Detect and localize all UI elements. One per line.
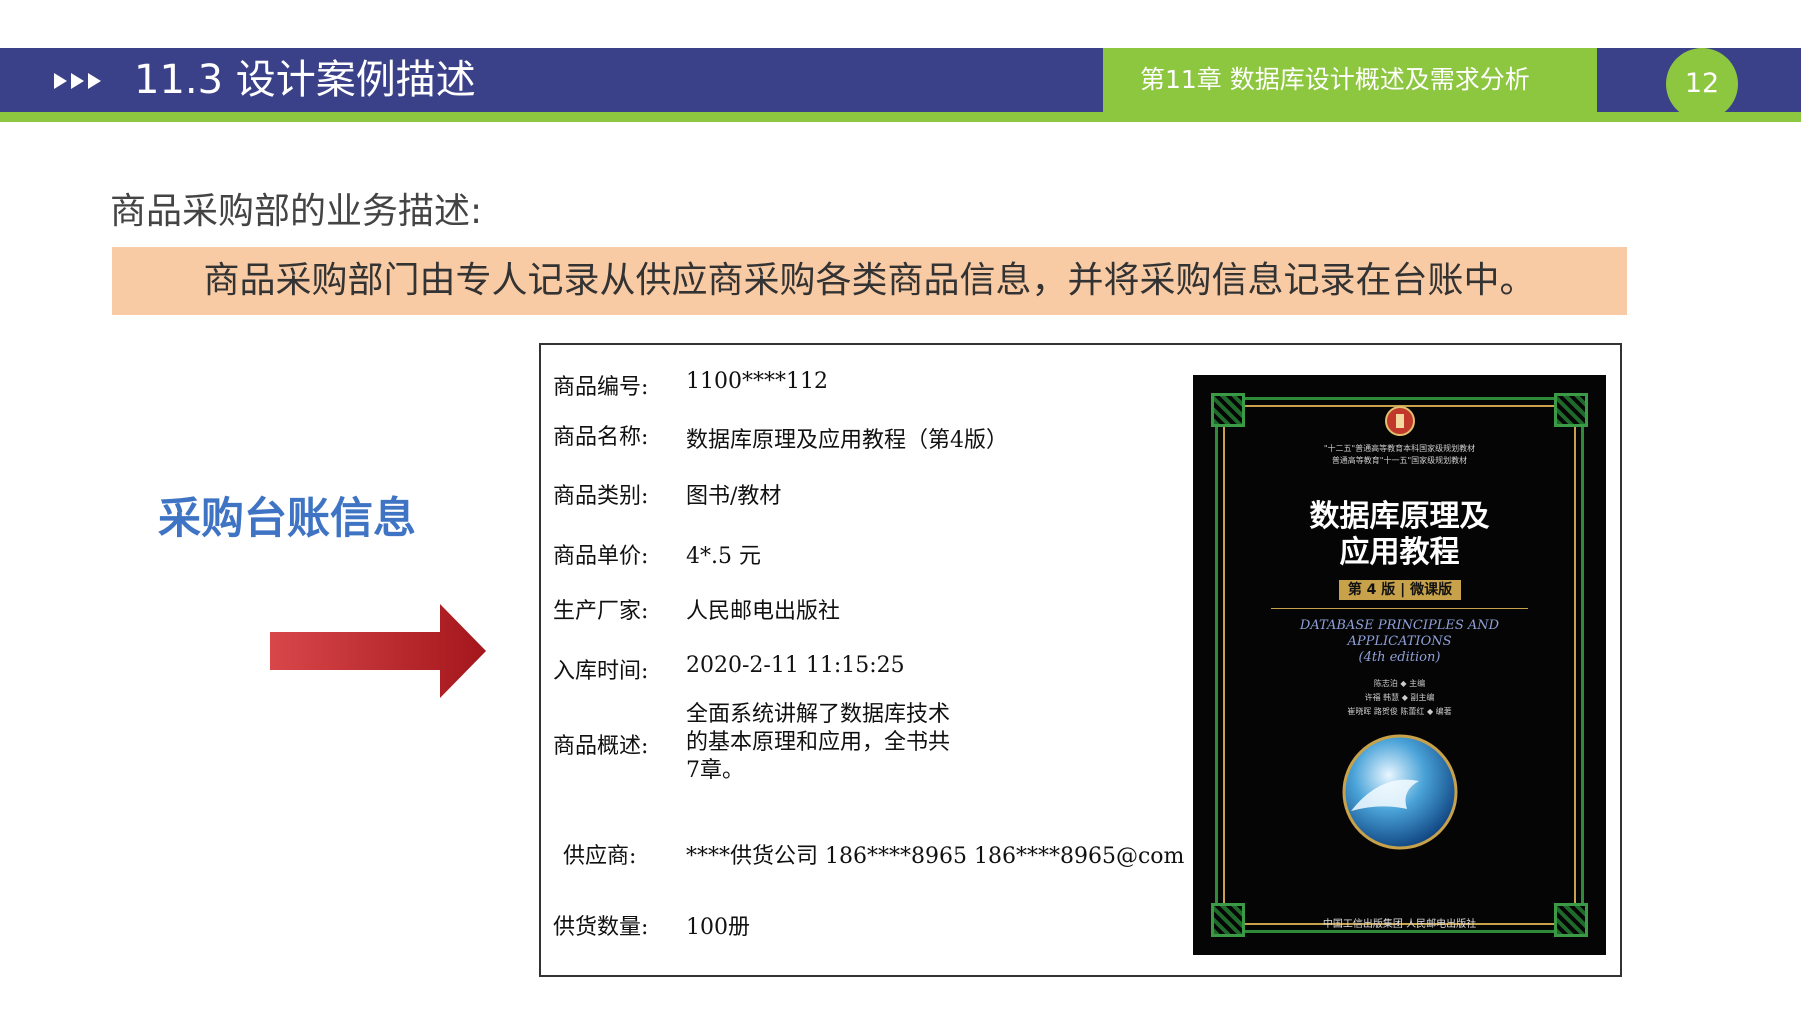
cover-english-line-3: (4th edition) xyxy=(1358,650,1441,665)
field-value-category: 图书/教材 xyxy=(686,484,782,509)
field-label-unit-price: 商品单价: xyxy=(553,544,649,569)
field-value-quantity: 100册 xyxy=(686,915,750,940)
cover-author-3: 崔晓晖 路贺俊 陈蕾红 ◆ 编著 xyxy=(1347,707,1452,716)
book-cover-image: "十二五"普通高等教育本科国家级规划教材 普通高等教育"十一五"国家级规划教材 … xyxy=(1193,375,1606,955)
cover-author-2: 许福 韩慧 ◆ 副主编 xyxy=(1364,693,1435,702)
ornament-icon xyxy=(1211,393,1245,427)
cover-edition-badge: 第 4 版 | 微课版 xyxy=(1339,580,1461,600)
field-label-stock-in-time: 入库时间: xyxy=(553,659,649,684)
emblem-icon xyxy=(1385,406,1415,436)
cover-title-line-2: 应用教程 xyxy=(1339,535,1460,570)
field-label-product-name: 商品名称: xyxy=(553,425,649,450)
ornament-icon xyxy=(1554,393,1588,427)
business-subtitle: 商品采购部的业务描述: xyxy=(110,191,483,232)
field-value-overview: 全面系统讲解了数据库技术的基本原理和应用，全书共7章。 xyxy=(686,702,951,783)
field-value-manufacturer: 人民邮电出版社 xyxy=(686,599,841,624)
cover-series-line-2: 普通高等教育"十一五"国家级规划教材 xyxy=(1331,456,1468,465)
cover-series-line-1: "十二五"普通高等教育本科国家级规划教材 xyxy=(1323,444,1476,453)
field-label-category: 商品类别: xyxy=(553,484,649,509)
field-label-supplier: 供应商: xyxy=(563,844,637,869)
page-number: 12 xyxy=(1684,68,1720,99)
ledger-title: 采购台账信息 xyxy=(158,494,416,544)
cover-english-line-1: DATABASE PRINCIPLES AND xyxy=(1299,618,1500,633)
cover-publisher: 中国工信出版集团 人民邮电出版社 xyxy=(1322,919,1477,930)
field-value-supplier: ****供货公司 186****8965 186****8965@com xyxy=(686,844,1185,869)
field-label-manufacturer: 生产厂家: xyxy=(553,599,649,624)
chapter-label: 第11章 数据库设计概述及需求分析 xyxy=(1140,65,1530,94)
field-label-product-id: 商品编号: xyxy=(553,375,649,400)
cover-divider xyxy=(1271,608,1528,609)
field-value-unit-price: 4*.5 元 xyxy=(686,544,761,569)
field-value-stock-in-time: 2020-2-11 11:15:25 xyxy=(686,653,905,678)
wave-globe-icon xyxy=(1342,734,1458,850)
section-title: 11.3 设计案例描述 xyxy=(134,57,476,103)
triple-arrow-icon xyxy=(54,67,101,95)
field-label-overview: 商品概述: xyxy=(553,734,649,759)
right-arrow-icon xyxy=(270,604,486,698)
field-value-product-id: 1100****112 xyxy=(686,369,828,394)
business-description: 商品采购部门由专人记录从供应商采购各类商品信息，并将采购信息记录在台账中。 xyxy=(203,260,1536,301)
field-value-product-name: 数据库原理及应用教程（第4版） xyxy=(686,428,1008,453)
field-label-quantity: 供货数量: xyxy=(553,915,649,940)
cover-english-line-2: APPLICATIONS xyxy=(1347,634,1452,649)
cover-author-1: 陈志泊 ◆ 主编 xyxy=(1373,679,1426,688)
